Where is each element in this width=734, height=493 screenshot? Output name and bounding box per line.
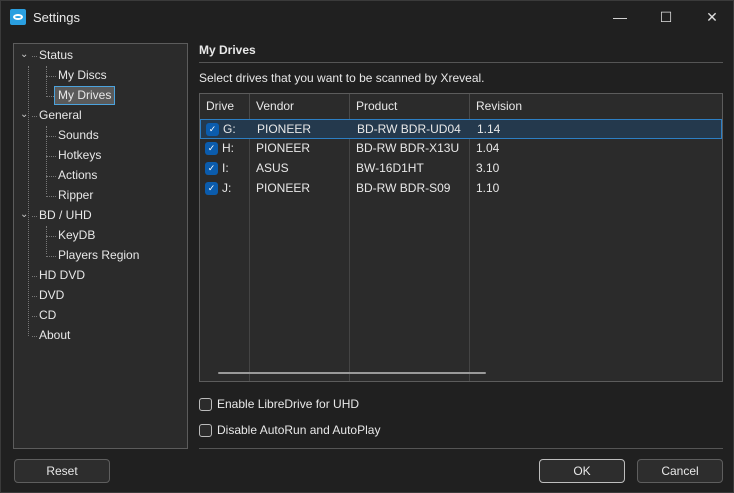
maximize-button[interactable]: ☐ [643, 1, 689, 33]
table-row[interactable]: ✓ I: ASUS BW-16D1HT 3.10 [200, 159, 722, 179]
horizontal-scrollbar[interactable] [218, 372, 486, 374]
tree-item[interactable]: BD / UHD [36, 206, 95, 225]
table-row[interactable]: ✓ H: PIONEER BD-RW BDR-X13U 1.04 [200, 139, 722, 159]
product-cell: BD-RW BDR-UD04 [357, 122, 461, 136]
product-cell: BW-16D1HT [356, 161, 424, 175]
product-cell: BD-RW BDR-S09 [356, 181, 451, 195]
vendor-cell: PIONEER [256, 141, 311, 155]
tree-item[interactable]: My Drives [54, 86, 116, 105]
drive-checkbox[interactable]: ✓ [205, 162, 218, 175]
drive-cell: G: [223, 122, 236, 136]
reset-button[interactable]: Reset [14, 459, 110, 483]
cancel-button[interactable]: Cancel [637, 459, 723, 483]
revision-cell: 3.10 [476, 161, 500, 175]
table-row[interactable]: ✓ J: PIONEER BD-RW BDR-S09 1.10 [200, 179, 722, 199]
minimize-button[interactable]: — [597, 1, 643, 33]
column-header-drive[interactable]: Drive [200, 94, 250, 119]
settings-window: Settings — ☐ ✕ ⌄ Status My Discs My Drives ⌄… [0, 0, 734, 493]
checkbox-label: Disable AutoRun and AutoPlay [217, 423, 381, 437]
drive-cell: J: [222, 181, 232, 195]
checkbox-label: Enable LibreDrive for UHD [217, 397, 360, 411]
tree-item[interactable]: About [36, 326, 73, 345]
column-header-revision[interactable]: Revision [470, 94, 722, 119]
tree-item[interactable]: Status [36, 46, 76, 65]
disable-autorun-checkbox[interactable]: Disable AutoRun and AutoPlay [199, 423, 380, 437]
tree-item[interactable]: DVD [36, 286, 67, 305]
drives-table: Drive Vendor Product Revision ✓ G: PIONE… [199, 93, 723, 382]
tree-item[interactable]: Sounds [55, 126, 102, 145]
title-bar: Settings — ☐ ✕ [1, 1, 734, 33]
drive-cell: H: [222, 141, 234, 155]
vendor-cell: ASUS [256, 161, 289, 175]
page-title: My Drives [199, 43, 256, 57]
window-title: Settings [33, 9, 80, 25]
tree-item[interactable]: CD [36, 306, 59, 325]
settings-tree: ⌄ Status My Discs My Drives ⌄ General Sounds Ho… [13, 43, 188, 449]
drive-checkbox[interactable]: ✓ [206, 123, 219, 136]
vendor-cell: PIONEER [257, 122, 312, 136]
tree-item[interactable]: Actions [55, 166, 100, 185]
tree-item[interactable]: My Discs [55, 66, 110, 85]
title-divider [199, 62, 723, 63]
description: Select drives that you want to be scanne… [199, 71, 485, 85]
checkbox-box[interactable] [199, 397, 212, 411]
revision-cell: 1.14 [477, 122, 501, 136]
tree-item[interactable]: KeyDB [55, 226, 98, 245]
tree-item[interactable]: HD DVD [36, 266, 88, 285]
drive-cell: I: [222, 161, 229, 175]
eye-app-icon [10, 9, 26, 25]
column-header-vendor[interactable]: Vendor [250, 94, 350, 119]
chevron-down-icon[interactable]: ⌄ [20, 49, 28, 60]
product-cell: BD-RW BDR-X13U [356, 141, 460, 155]
drive-checkbox[interactable]: ✓ [205, 142, 218, 155]
column-header-product[interactable]: Product [350, 94, 470, 119]
revision-cell: 1.10 [476, 181, 500, 195]
revision-cell: 1.04 [476, 141, 500, 155]
tree-item[interactable]: Players Region [55, 246, 142, 265]
drive-checkbox[interactable]: ✓ [205, 182, 218, 195]
table-row[interactable]: ✓ G: PIONEER BD-RW BDR-UD04 1.14 [200, 119, 722, 139]
bottom-divider [199, 448, 723, 449]
checkbox-box[interactable] [199, 423, 212, 437]
close-button[interactable]: ✕ [689, 1, 734, 33]
ok-button[interactable]: OK [539, 459, 625, 483]
enable-libredrive-checkbox[interactable]: Enable LibreDrive for UHD [199, 397, 359, 411]
tree-item[interactable]: Hotkeys [55, 146, 104, 165]
tree-item[interactable]: Ripper [55, 186, 96, 205]
tree-item[interactable]: General [36, 106, 85, 125]
vendor-cell: PIONEER [256, 181, 311, 195]
